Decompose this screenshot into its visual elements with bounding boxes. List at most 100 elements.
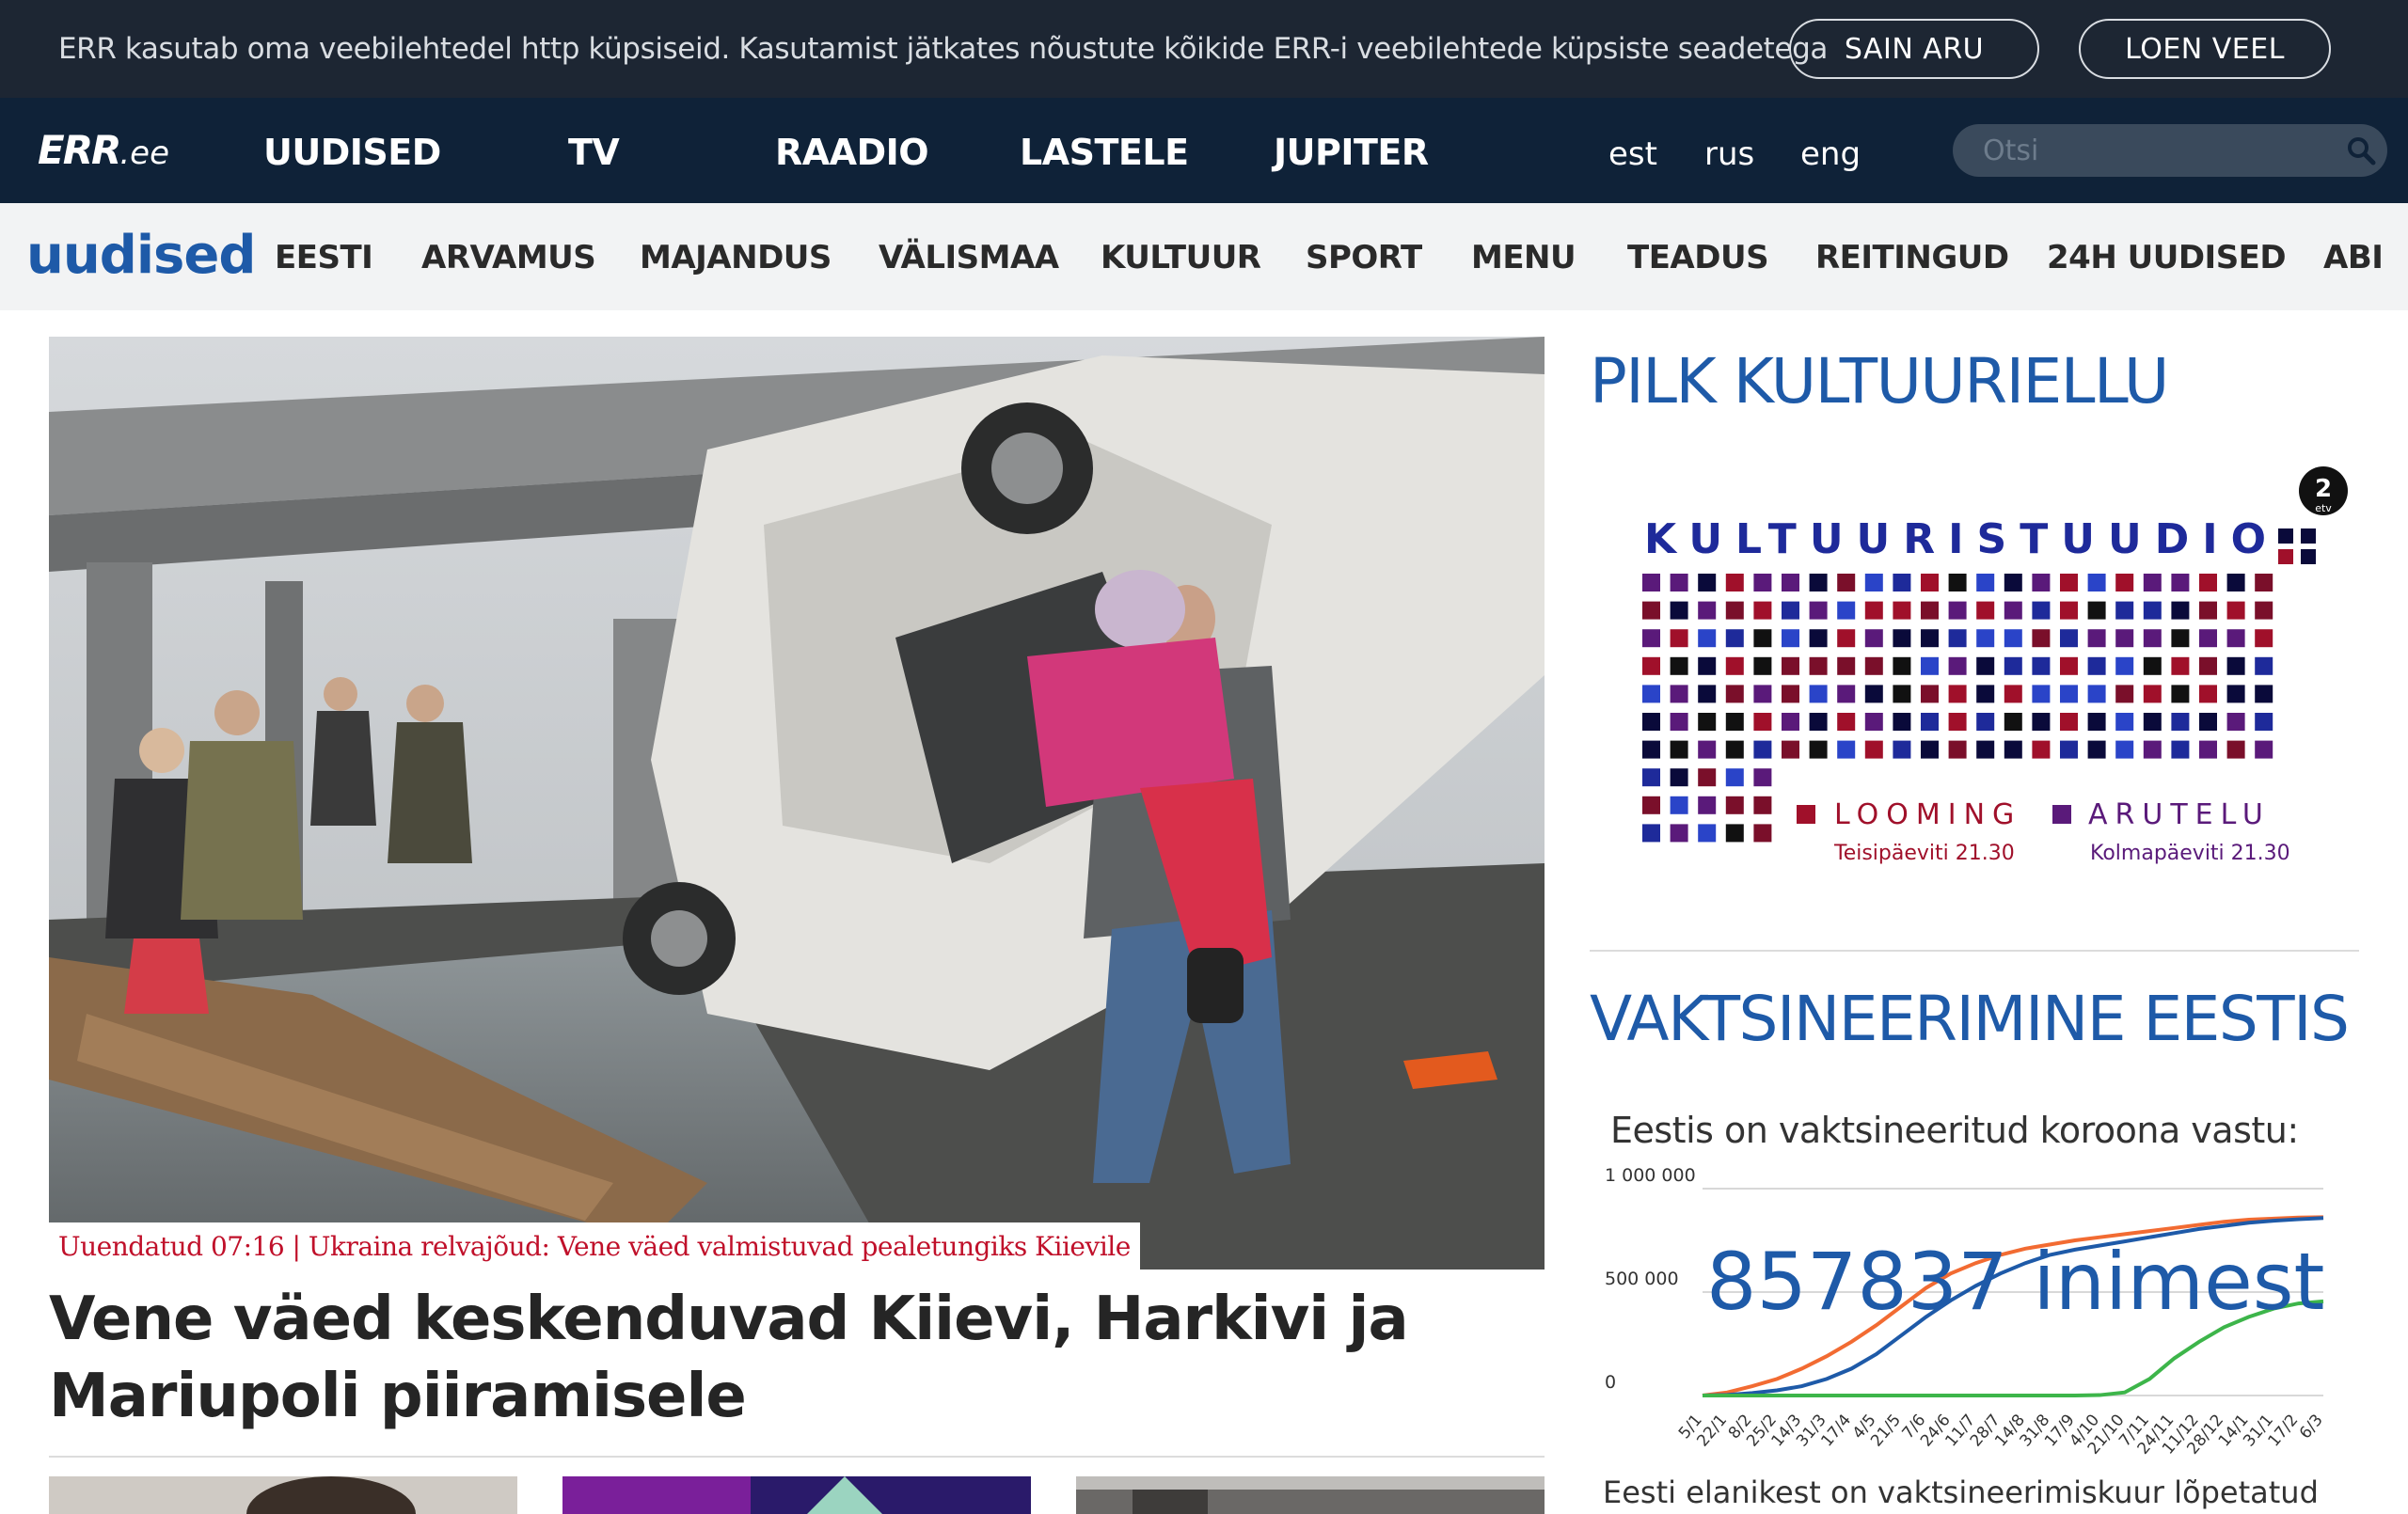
nav-item-tv[interactable]: TV (568, 132, 620, 173)
section-item-eesti[interactable]: EESTI (275, 237, 373, 278)
promo-dot (2171, 713, 2190, 731)
promo-dot (2171, 685, 2190, 703)
promo-dot (2032, 601, 2051, 620)
cookie-accept-button[interactable]: SAIN ARU (1789, 19, 2039, 79)
vaccination-chart[interactable]: 1 000 000 500 000 0 5/1 22/1 8/2 25/2 14/3 31/3… (1590, 1100, 2359, 1505)
promo-dot (1782, 629, 1799, 648)
err-logo[interactable]: ERR .ee (38, 127, 170, 173)
search-icon[interactable] (2346, 135, 2376, 166)
promo-dot (1642, 796, 1660, 814)
promo-dot (1837, 601, 1856, 620)
promo-dot (2143, 740, 2162, 759)
promo-dot (1864, 656, 1883, 675)
hero-news-photo[interactable] (49, 337, 1545, 1270)
lang-est[interactable]: est (1608, 134, 1657, 175)
nav-item-jupiter[interactable]: JUPITER (1274, 132, 1429, 173)
promo-dot (1698, 713, 1717, 731)
promo-dot (1642, 824, 1660, 843)
promo-dot (1893, 629, 1911, 648)
promo-dot (2087, 656, 2106, 675)
promo-dot (1698, 601, 1717, 620)
section-title-uudised[interactable]: uudised (26, 226, 256, 286)
promo-dot (2226, 740, 2245, 759)
promo-dot (1753, 768, 1772, 787)
promo-dot (1864, 713, 1883, 731)
nav-item-uudised[interactable]: UUDISED (263, 132, 441, 173)
promo-dot (2143, 629, 2162, 648)
promo-dot (1948, 574, 1967, 591)
promo-dot (2226, 601, 2245, 620)
promo-dot (1670, 768, 1688, 787)
logo-suffix: .ee (119, 134, 170, 172)
promo-dot (1837, 629, 1856, 648)
promo-dot (1753, 685, 1772, 703)
logo-main: ERR (38, 127, 121, 173)
promo-dot (1782, 656, 1799, 675)
section-item-24h-uudised[interactable]: 24H UUDISED (2047, 237, 2287, 278)
promo-dot (1698, 685, 1717, 703)
promo-dot (1753, 713, 1772, 731)
promo-dot (1670, 796, 1688, 814)
thumbnail-2[interactable] (562, 1476, 1031, 1514)
thumbnail-2-image (562, 1476, 1031, 1514)
promo-dot (2226, 685, 2245, 703)
promo-dot (2004, 629, 2022, 648)
promo-dot (2199, 713, 2217, 731)
chart-x-ticks: 5/122/18/225/214/331/317/44/521/57/624/6… (1675, 1411, 2327, 1458)
promo-dot (1809, 601, 1828, 620)
lang-rus[interactable]: rus (1704, 134, 1754, 175)
section-item-teadus[interactable]: TEADUS (1627, 237, 1769, 278)
promo-dot (1670, 685, 1688, 703)
promo-dot (2255, 713, 2273, 731)
hero-headline[interactable]: Vene väed keskenduvad Kiievi, Harkivi ja… (49, 1281, 1545, 1435)
promo-dot (1837, 685, 1856, 703)
promo-dot (1642, 768, 1660, 787)
promo-dot (2199, 740, 2217, 759)
promo-dot (1948, 740, 1967, 759)
promo-dot (2004, 713, 2022, 731)
promo-dot (1864, 740, 1883, 759)
thumbnail-3[interactable] (1076, 1476, 1545, 1514)
section-item-reitingud[interactable]: REITINGUD (1815, 237, 2009, 278)
promo-dot (1976, 656, 1995, 675)
promo-dot (1725, 656, 1744, 675)
section-item-abi[interactable]: ABI (2323, 237, 2384, 278)
nav-item-raadio[interactable]: RAADIO (775, 132, 929, 173)
section-item-majandus[interactable]: MAJANDUS (640, 237, 832, 278)
nav-item-lastele[interactable]: LASTELE (1020, 132, 1189, 173)
promo-dot (2143, 656, 2162, 675)
promo-dot (2171, 601, 2190, 620)
thumbnail-1[interactable] (49, 1476, 517, 1514)
section-item-sport[interactable]: SPORT (1306, 237, 1422, 278)
promo-dot (1753, 574, 1772, 591)
promo-dot (1809, 740, 1828, 759)
promo-dot (1725, 796, 1744, 814)
vaccination-heading[interactable]: VAKTSINEERIMINE EESTIS (1590, 984, 2350, 1055)
section-item-menu[interactable]: MENU (1471, 237, 1576, 278)
section-item-kultuur[interactable]: KULTUUR (1101, 237, 1261, 278)
promo-dot (1921, 574, 1939, 591)
promo-dot (1782, 685, 1799, 703)
promo-heading[interactable]: PILK KULTUURIELLU (1590, 346, 2169, 418)
promo-dot (2226, 713, 2245, 731)
section-item-valismaa[interactable]: VÄLISMAA (879, 237, 1059, 278)
promo-dot (2004, 601, 2022, 620)
kultuuristuudio-promo[interactable]: 2 etv KULTUURISTUUDIO LOOMING Teisipäevi… (1590, 451, 2359, 893)
cookie-read-more-button[interactable]: LOEN VEEL (2079, 19, 2331, 79)
promo-dot (2143, 713, 2162, 731)
promo-dot (2199, 601, 2217, 620)
promo-dot (2199, 656, 2217, 675)
hero-caption[interactable]: Uuendatud 07:16 | Ukraina relvajõud: Ven… (49, 1222, 1140, 1270)
promo-dot (1725, 685, 1744, 703)
promo-dot (1670, 629, 1688, 648)
promo-dot (1725, 740, 1744, 759)
lang-eng[interactable]: eng (1800, 134, 1861, 175)
promo-dot (2115, 574, 2134, 591)
promo-dot (1837, 574, 1856, 591)
promo-dot (1753, 796, 1772, 814)
thumbnail-1-image (49, 1476, 517, 1514)
promo-dot (2032, 656, 2051, 675)
search-input[interactable] (1953, 134, 2329, 167)
promo-dot (2115, 656, 2134, 675)
section-item-arvamus[interactable]: ARVAMUS (421, 237, 596, 278)
